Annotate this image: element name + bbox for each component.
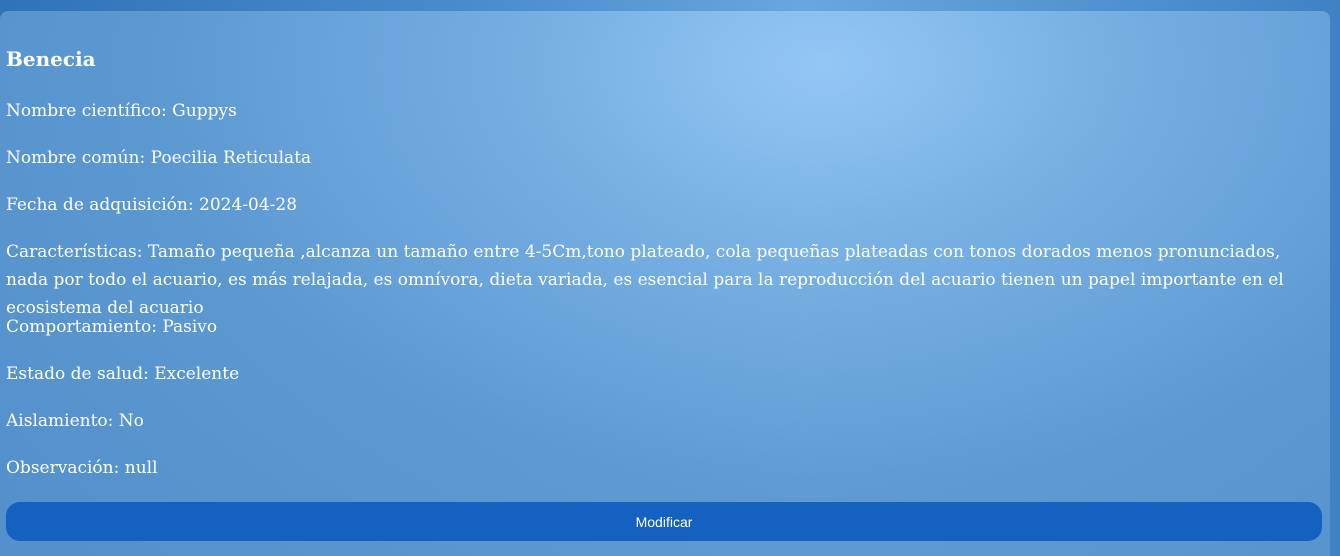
health-status-text: Estado de salud: Excelente	[6, 364, 240, 384]
isolation-text: Aislamiento: No	[6, 411, 144, 431]
characteristics-text: Características: Tamaño pequeña ,alcanza…	[6, 242, 1284, 318]
scientific-name-text: Nombre científico: Guppys	[6, 101, 237, 121]
modify-button[interactable]: Modificar	[6, 502, 1322, 541]
common-name-text: Nombre común: Poecilia Reticulata	[6, 148, 312, 168]
acquisition-date-text: Fecha de adquisición: 2024-04-28	[6, 195, 298, 215]
observation-text: Observación: null	[6, 458, 158, 478]
fish-detail-card: Benecia Nombre científico: Guppys Nombre…	[0, 11, 1330, 556]
behavior-text: Comportamiento: Pasivo	[6, 317, 218, 337]
fish-name-title: Benecia	[6, 47, 96, 71]
